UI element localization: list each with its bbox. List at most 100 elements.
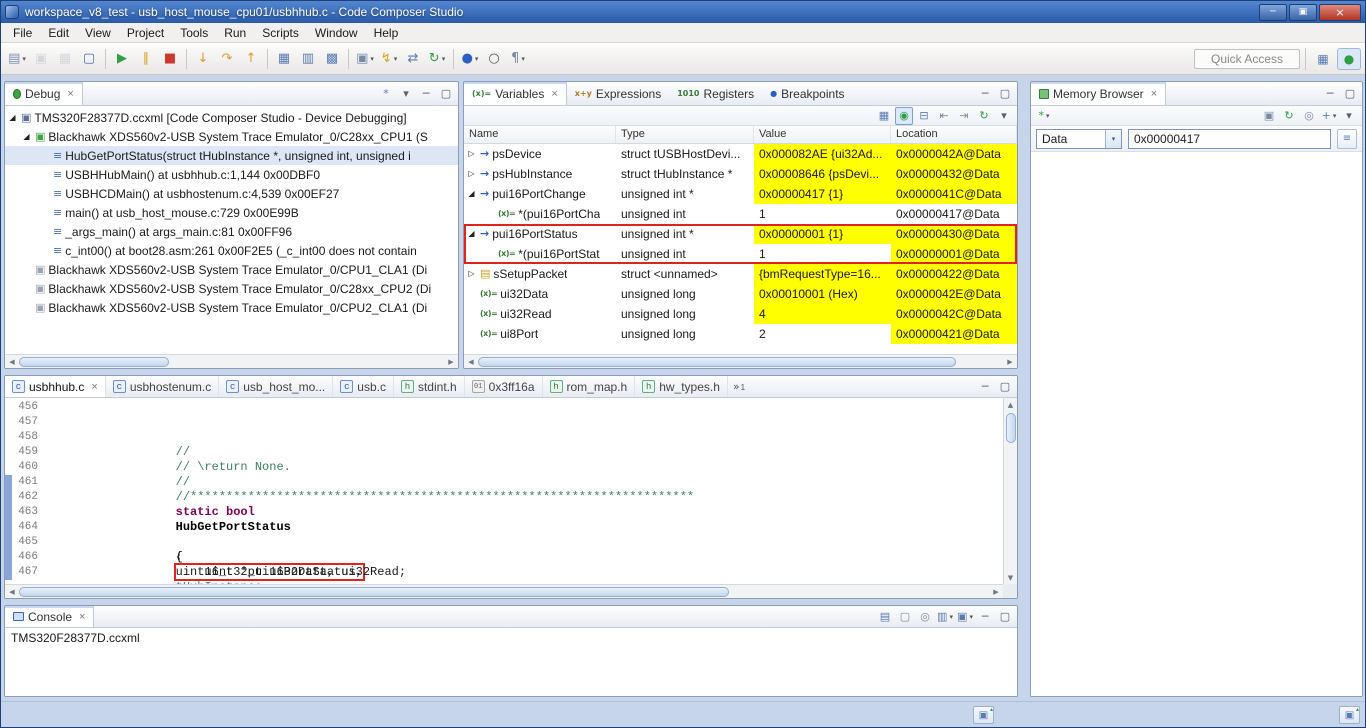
maximize-window-button[interactable]: ▣ (1289, 4, 1317, 21)
debug-tree-item[interactable]: ≡ USBHHubMain() at usbhhub.c:1,144 0x00D… (5, 165, 458, 184)
open-console-log-icon[interactable]: ▤ (876, 608, 894, 626)
view-tab[interactable]: ● Breakpoints (762, 82, 852, 105)
minimize-view-icon[interactable]: ─ (417, 85, 435, 103)
maximize-view-icon[interactable]: ▢ (996, 378, 1014, 396)
scroll-left-icon[interactable] (464, 355, 478, 368)
debug-view-options-icon[interactable]: * (377, 85, 395, 103)
variables-row[interactable]: ◢ → pui16PortStatus unsigned int * 0x000… (464, 224, 1017, 244)
scroll-left-icon[interactable] (5, 585, 19, 598)
editor-tab[interactable]: h stdint.h (394, 376, 465, 397)
step-return-button[interactable]: ↑ (240, 48, 262, 70)
perspective-ccs-edit-button[interactable]: ▦ (1311, 48, 1335, 70)
editor-tab[interactable]: c usbhostenum.c (106, 376, 219, 397)
menu-item[interactable]: Scripts (254, 24, 307, 42)
step-into-button[interactable]: ↓ (192, 48, 214, 70)
debug-tree-item[interactable]: ◢ ▣ Blackhawk XDS560v2-USB System Trace … (5, 127, 458, 146)
resume-button[interactable]: ▶ (111, 48, 133, 70)
variables-horizontal-scrollbar[interactable] (464, 354, 1017, 368)
code-editor[interactable]: 456 // 457 (5, 398, 1017, 598)
export-icon[interactable]: ⇥ (955, 107, 973, 125)
debug-tree-item[interactable]: ≡ USBHCDMain() at usbhostenum.c:4,539 0x… (5, 184, 458, 203)
column-header[interactable]: Location (891, 126, 1017, 143)
debug-tree-item[interactable]: ◢ ▣ TMS320F28377D.ccxml [Code Composer S… (5, 108, 458, 127)
menu-item[interactable]: Project (119, 24, 172, 42)
memory-options-icon[interactable]: * (1035, 107, 1053, 125)
step-over-button[interactable]: ↷ (216, 48, 238, 70)
refresh-memory-icon[interactable]: ↻ (1280, 107, 1298, 125)
row-expander-icon[interactable]: ◢ (466, 184, 477, 204)
save-all-button[interactable]: ▦ (54, 48, 76, 70)
perspective-ccs-debug-button[interactable]: ● (1337, 48, 1361, 70)
column-header[interactable]: Type (616, 126, 754, 143)
suspend-button[interactable]: ∥ (135, 48, 157, 70)
annotations-button[interactable]: ¶ (507, 48, 529, 70)
editor-tab[interactable]: 01 0x3ff16a (465, 376, 543, 397)
search-button[interactable]: ○ (483, 48, 505, 70)
auto-refresh-icon[interactable]: ◉ (895, 107, 913, 125)
save-memory-icon[interactable]: ▣ (1260, 107, 1278, 125)
flash-button[interactable]: ↯ (378, 48, 400, 70)
minimize-view-icon[interactable]: ─ (976, 378, 994, 396)
memory-address-input[interactable] (1128, 129, 1331, 149)
row-expander-icon[interactable]: ▷ (466, 164, 477, 184)
variables-row[interactable]: (x)= ui32Data unsigned long 0x00010001 (… (464, 284, 1017, 304)
column-header[interactable]: Name (464, 126, 616, 143)
new-file-button[interactable]: ▤ (6, 48, 28, 70)
pin-console-icon[interactable]: ◎ (916, 608, 934, 626)
pin-memory-icon[interactable]: ◎ (1300, 107, 1318, 125)
menu-item[interactable]: Window (307, 24, 366, 42)
debug-tree-item[interactable]: ≡ _args_main() at args_main.c:81 0x00FF9… (5, 222, 458, 241)
menu-item[interactable]: Run (216, 24, 254, 42)
chevron-down-icon[interactable]: ▾ (1105, 130, 1121, 148)
memory-space-select[interactable]: Data ▾ (1036, 129, 1122, 149)
editor-tab[interactable]: c usbhhub.c × (5, 376, 106, 397)
new-target-configuration-button[interactable]: ▣ (354, 48, 376, 70)
variables-row[interactable]: (x)= ui8Port unsigned long 2 0x00000421@… (464, 324, 1017, 344)
view-menu-icon[interactable]: ▾ (1340, 107, 1358, 125)
maximize-view-icon[interactable]: ▢ (1341, 85, 1359, 103)
tab-debug[interactable]: Debug × (5, 82, 83, 105)
tab-console[interactable]: Console × (5, 606, 94, 627)
close-tab-icon[interactable]: × (91, 381, 97, 393)
show-type-names-icon[interactable]: ▦ (875, 107, 893, 125)
display-selected-console-icon[interactable]: ▥ (936, 608, 954, 626)
scroll-down-icon[interactable] (1004, 571, 1018, 584)
tree-expander-icon[interactable]: ◢ (21, 132, 32, 141)
menu-item[interactable]: Help (366, 24, 407, 42)
scroll-thumb[interactable] (19, 587, 729, 597)
restart-button[interactable]: ↻ (426, 48, 448, 70)
view-menu-icon[interactable]: ▾ (397, 85, 415, 103)
close-view-icon[interactable]: × (79, 611, 85, 623)
import-icon[interactable]: ⇤ (935, 107, 953, 125)
connect-target-button[interactable]: ⇄ (402, 48, 424, 70)
close-window-button[interactable]: × (1319, 4, 1361, 21)
row-expander-icon[interactable]: ▷ (466, 264, 477, 284)
editor-horizontal-scrollbar[interactable] (5, 584, 1003, 598)
variables-row[interactable]: (x)= *(pui16PortStat unsigned int 1 0x00… (464, 244, 1017, 264)
address-history-icon[interactable]: ≡ (1337, 129, 1357, 149)
view-tab[interactable]: 1010 Registers (669, 82, 762, 105)
restore-minimized-console-view-icon[interactable]: ▣ (973, 706, 994, 724)
scroll-up-icon[interactable] (1004, 398, 1018, 411)
variables-row[interactable]: (x)= *(pui16PortCha unsigned int 1 0x000… (464, 204, 1017, 224)
tab-overflow-indicator[interactable]: » 1 (728, 380, 750, 393)
save-button[interactable]: ▣ (30, 48, 52, 70)
quick-access-button[interactable]: Quick Access (1194, 49, 1300, 69)
view-console-button[interactable]: ▢ (78, 48, 100, 70)
view-registers-button[interactable]: ▦ (273, 48, 295, 70)
view-disassembly-button[interactable]: ▩ (321, 48, 343, 70)
close-view-icon[interactable]: × (1151, 88, 1157, 100)
view-tab[interactable]: (x)= Variables × (464, 82, 567, 105)
editor-tab[interactable]: h hw_types.h (635, 376, 728, 397)
maximize-view-icon[interactable]: ▢ (996, 608, 1014, 626)
variables-row[interactable]: ◢ → pui16PortChange unsigned int * 0x000… (464, 184, 1017, 204)
menu-item[interactable]: File (5, 24, 40, 42)
tab-memory-browser[interactable]: Memory Browser × (1031, 82, 1166, 105)
tree-expander-icon[interactable]: ◢ (7, 113, 18, 122)
scroll-thumb[interactable] (19, 357, 169, 367)
maximize-view-icon[interactable]: ▢ (996, 85, 1014, 103)
minimize-view-icon[interactable]: ─ (1321, 85, 1339, 103)
menu-item[interactable]: View (77, 24, 119, 42)
scroll-thumb[interactable] (1006, 413, 1016, 443)
editor-vertical-scrollbar[interactable] (1003, 398, 1017, 584)
